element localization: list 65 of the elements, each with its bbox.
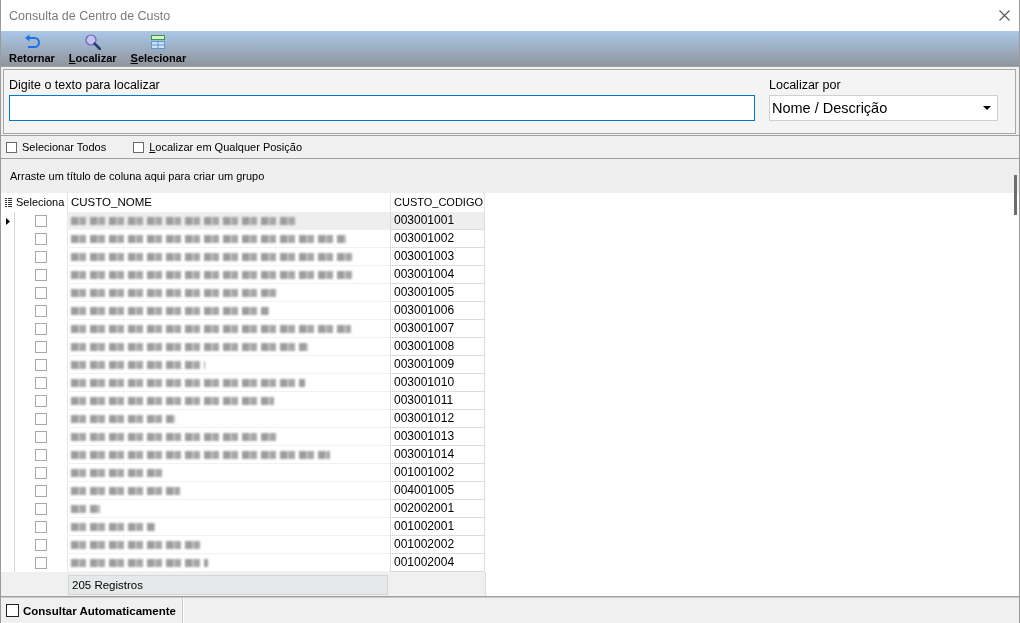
table-cell: 003001008 [390, 338, 485, 356]
checkbox-label[interactable]: Consultar Automaticamente [23, 604, 176, 617]
column-header[interactable]: Seleciona [14, 193, 67, 212]
checkbox[interactable] [35, 467, 47, 479]
checkbox[interactable] [35, 431, 47, 443]
checkbox[interactable] [6, 141, 17, 153]
group-hint: Arraste um título de coluna aqui para criar um grupo [10, 170, 265, 182]
checkbox-label[interactable]: Selecionar Todos [22, 141, 107, 153]
checkbox[interactable] [6, 604, 19, 617]
table-cell: 003001013 [390, 428, 485, 446]
checkbox[interactable] [35, 323, 47, 335]
row-pointer-icon [5, 217, 10, 225]
record-count: 205 Registros [68, 574, 388, 595]
table-cell: 002002001 [390, 500, 485, 518]
table-cell: 004001005 [390, 482, 485, 500]
toolbar-button[interactable]: Retornar [5, 34, 59, 65]
checkbox[interactable] [35, 449, 47, 461]
scrollbar-thumb[interactable] [1014, 175, 1017, 215]
table-cell: 003001005 [390, 284, 485, 302]
checkbox[interactable] [35, 215, 47, 227]
table-cell: 003001011 [390, 392, 485, 410]
checkbox[interactable] [35, 395, 47, 407]
table-cell: 003001002 [390, 230, 485, 248]
checkbox-label[interactable]: Localizar em Qualquer Posição [149, 141, 303, 153]
table-cell: 003001010 [390, 374, 485, 392]
checkbox[interactable] [35, 377, 47, 389]
table-cell: 003001014 [390, 446, 485, 464]
table-cell: 001002001 [390, 518, 485, 536]
table-cell: 001002002 [390, 536, 485, 554]
return-arrow-icon [23, 34, 40, 50]
checkbox[interactable] [35, 413, 47, 425]
checkbox[interactable] [35, 269, 47, 281]
search-icon [84, 34, 101, 50]
search-by-label: Localizar por [769, 78, 842, 92]
toolbar-button[interactable]: Localizar [64, 34, 121, 65]
search-by-dropdown[interactable]: Nome / Descrição [769, 95, 998, 121]
close-icon[interactable] [999, 10, 1010, 21]
checkbox[interactable] [35, 341, 47, 353]
table-cell: 003001003 [390, 248, 485, 266]
window-title: Consulta de Centro de Custo [9, 8, 171, 23]
checkbox[interactable] [35, 287, 47, 299]
checkbox[interactable] [35, 233, 47, 245]
table-cell: 003001007 [390, 320, 485, 338]
search-field[interactable] [9, 95, 755, 121]
checkbox[interactable] [35, 305, 47, 317]
table-cell: 003001004 [390, 266, 485, 284]
checkbox[interactable] [133, 141, 145, 153]
checkbox[interactable] [35, 557, 47, 569]
checkbox[interactable] [35, 485, 47, 497]
table-cell: 003001012 [390, 410, 485, 428]
table-cell: 001001002 [390, 464, 485, 482]
table-cell: 003001009 [390, 356, 485, 374]
checkbox[interactable] [35, 539, 47, 551]
search-label: Digite o texto para localizar [9, 78, 161, 92]
column-chooser-icon[interactable] [5, 198, 12, 207]
table-cell: 003001006 [390, 302, 485, 320]
table-cell: 003001001 [390, 212, 485, 230]
checkbox[interactable] [35, 521, 47, 533]
caret-icon [983, 106, 991, 110]
table-icon [150, 34, 167, 50]
checkbox[interactable] [35, 359, 47, 371]
checkbox[interactable] [35, 503, 47, 515]
toolbar-button[interactable]: Selecionar [126, 34, 191, 65]
blurred-text [71, 504, 100, 513]
checkbox[interactable] [35, 251, 47, 263]
